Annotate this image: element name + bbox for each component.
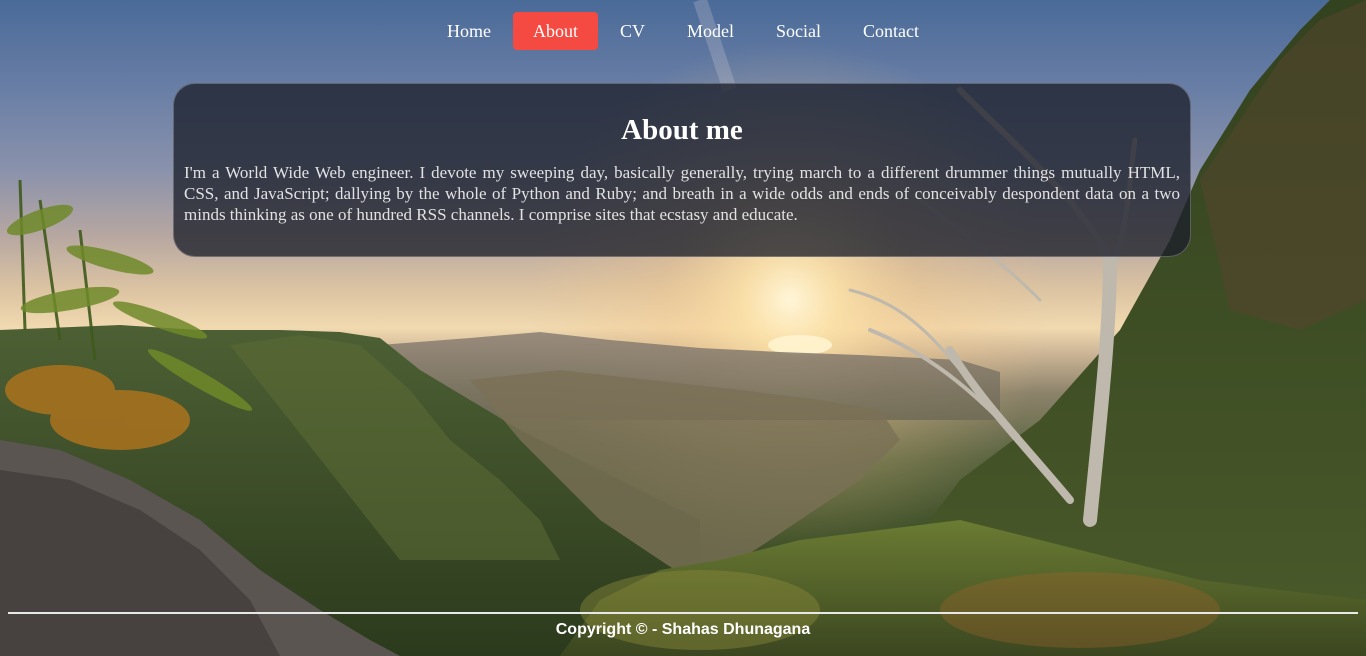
about-description: I'm a World Wide Web engineer. I devote … bbox=[184, 163, 1180, 224]
nav-item-contact[interactable]: Contact bbox=[843, 12, 939, 50]
nav-item-home[interactable]: Home bbox=[427, 12, 511, 50]
main-navigation: Home About CV Model Social Contact bbox=[0, 12, 1366, 50]
about-panel: About me I'm a World Wide Web engineer. … bbox=[173, 83, 1191, 257]
nav-item-model[interactable]: Model bbox=[667, 12, 754, 50]
footer-divider bbox=[8, 612, 1358, 614]
footer-copyright: Copyright © - Shahas Dhunagana bbox=[555, 621, 811, 638]
nav-item-about[interactable]: About bbox=[512, 12, 598, 50]
about-title: About me bbox=[621, 114, 743, 146]
nav-item-social[interactable]: Social bbox=[756, 12, 841, 50]
nav-item-cv[interactable]: CV bbox=[600, 12, 665, 50]
